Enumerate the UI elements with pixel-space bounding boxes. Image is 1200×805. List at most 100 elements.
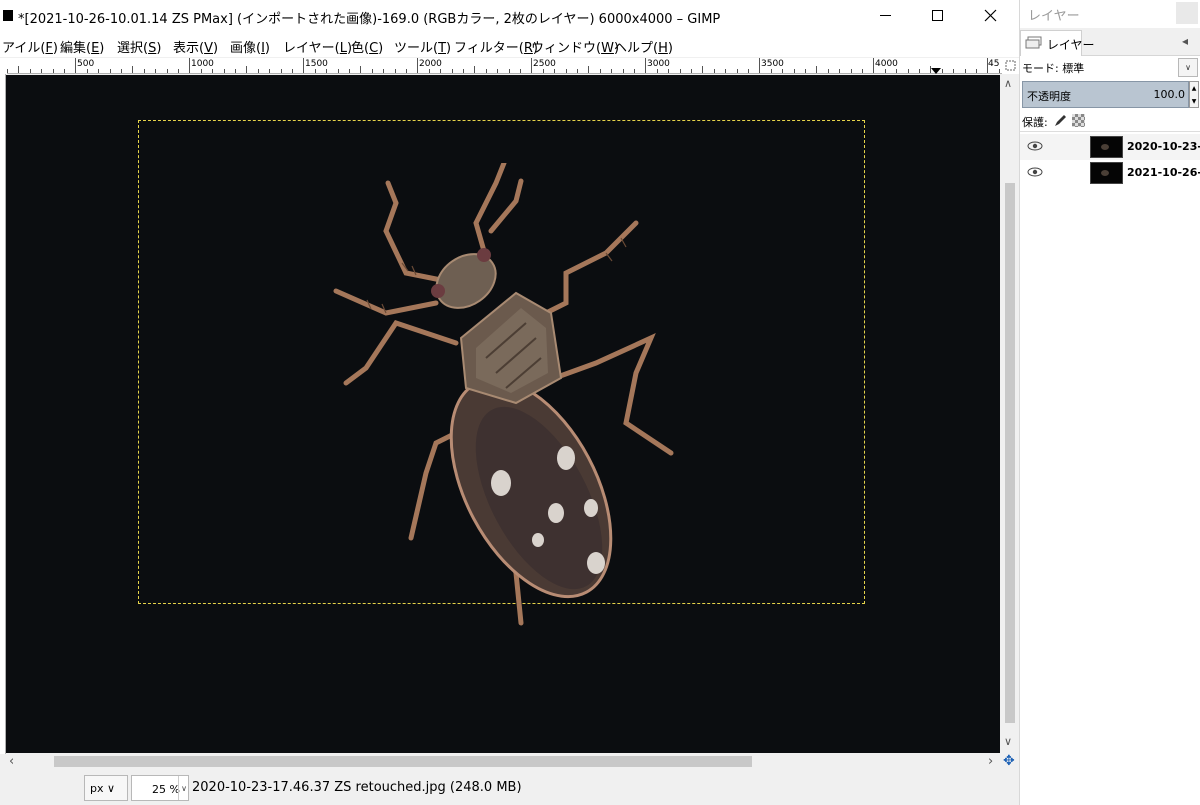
ruler-pointer-marker <box>931 68 941 74</box>
lock-pixels-brush-icon[interactable] <box>1053 113 1067 127</box>
quick-mask-toggle[interactable] <box>1002 58 1019 74</box>
menu-layer-key: L <box>339 41 347 56</box>
menu-edit-tail: ) <box>99 41 105 56</box>
dock-title: レイヤー <box>1028 9 1080 24</box>
scroll-down-icon[interactable]: ∨ <box>1004 735 1012 748</box>
menu-help-key: H <box>658 41 668 56</box>
mode-value[interactable]: 標準 <box>1062 62 1084 75</box>
title-bar: *[2021-10-26-10.01.14 ZS PMax] (インポートされた… <box>0 0 1019 33</box>
ruler-label: 1000 <box>191 59 214 69</box>
menu-edit[interactable]: 編集(E) <box>60 37 104 56</box>
layer-row[interactable]: 2020-10-23-1 <box>1020 134 1200 160</box>
close-icon <box>984 9 997 22</box>
tab-layers-label: レイヤー <box>1046 38 1095 52</box>
lock-alpha-icon[interactable] <box>1072 114 1085 127</box>
zoom-value: 25 % <box>152 783 180 796</box>
menu-bar: アイル(F) 編集(E) 選択(S) 表示(V) 画像(I) レイヤー(L) 色… <box>0 33 1019 57</box>
scroll-right-icon[interactable]: › <box>988 754 993 769</box>
layer-name[interactable]: 2021-10-26-1( <box>1127 166 1200 179</box>
horizontal-scrollbar[interactable]: ‹ › <box>6 753 1001 772</box>
menu-file[interactable]: アイル(F) <box>2 37 58 56</box>
menu-edit-label: 編集( <box>60 41 92 56</box>
menu-windows-label: ウィンドウ( <box>531 41 602 56</box>
menu-colors-key: C <box>369 41 379 56</box>
menu-colors-tail: ) <box>378 41 384 56</box>
ruler-ticks <box>7 58 1000 73</box>
layers-dock: レイヤー レイヤー ◂ モード: 標準 ∨ 不透明度 100.0 ▲ ▼ 保護: … <box>1019 0 1200 805</box>
eye-icon[interactable] <box>1027 166 1043 178</box>
menu-view-label: 表示( <box>173 41 205 56</box>
ruler-label: 500 <box>77 59 95 69</box>
layer-name[interactable]: 2020-10-23-1 <box>1127 140 1200 153</box>
close-button[interactable] <box>967 0 1013 32</box>
maximize-button[interactable] <box>914 0 960 32</box>
menu-image[interactable]: 画像(I) <box>230 37 270 56</box>
layer-thumbnail <box>1090 162 1123 184</box>
menu-filters[interactable]: フィルター(R) <box>454 37 538 56</box>
menu-select-tail: ) <box>156 41 162 56</box>
menu-windows[interactable]: ウィンドウ(W) <box>531 37 619 56</box>
menu-view-tail: ) <box>212 41 219 56</box>
opacity-value: 100.0 <box>1153 88 1186 101</box>
ruler-label: 4000 <box>875 59 898 69</box>
quick-mask-icon <box>1005 60 1016 71</box>
menu-file-key: F <box>45 41 53 56</box>
menu-tools-label: ツール( <box>394 41 439 56</box>
vertical-scrollbar[interactable]: ∧ ∨ <box>1001 75 1019 753</box>
horizontal-ruler[interactable]: 500 1000 1500 2000 2500 3000 3500 4000 4… <box>7 58 1002 74</box>
dock-close-button[interactable] <box>1176 2 1198 24</box>
menu-help-tail: ) <box>667 41 673 56</box>
opacity-label: 不透明度 <box>1027 90 1071 103</box>
opacity-spin-buttons[interactable]: ▲ ▼ <box>1189 81 1199 108</box>
unit-value: px <box>90 782 104 795</box>
maximize-icon <box>932 10 943 21</box>
tab-menu-icon[interactable]: ◂ <box>1182 34 1188 48</box>
minimize-icon <box>880 15 891 16</box>
ruler-label: 2500 <box>533 59 556 69</box>
menu-view-key: V <box>204 41 213 56</box>
vertical-scroll-thumb[interactable] <box>1005 183 1015 723</box>
eye-icon[interactable] <box>1027 140 1043 152</box>
window-title: *[2021-10-26-10.01.14 ZS PMax] (インポートされた… <box>18 12 721 27</box>
chevron-down-icon: ∨ <box>103 782 116 795</box>
layer-row[interactable]: 2021-10-26-1( <box>1020 160 1200 186</box>
image-canvas[interactable] <box>6 75 1000 753</box>
menu-filters-label: フィルター( <box>454 41 524 56</box>
mode-dropdown-button[interactable]: ∨ <box>1178 58 1198 77</box>
opacity-slider[interactable]: 不透明度 100.0 <box>1022 81 1189 108</box>
menu-tools-key: T <box>438 41 447 56</box>
status-message: 2020-10-23-17.46.37 ZS retouched.jpg (24… <box>192 780 522 795</box>
horizontal-scroll-thumb[interactable] <box>54 756 752 767</box>
menu-layer[interactable]: レイヤー(L) <box>283 37 352 56</box>
lock-label: 保護: <box>1022 116 1048 129</box>
ruler-corner[interactable] <box>0 58 7 74</box>
menu-tools[interactable]: ツール(T) <box>394 37 451 56</box>
unit-select[interactable]: px ∨ <box>84 775 128 801</box>
insect-photo <box>333 163 674 626</box>
layers-list[interactable]: 2020-10-23-1 2021-10-26-1( <box>1020 131 1200 805</box>
tab-layers[interactable]: レイヤー <box>1020 30 1094 56</box>
menu-file-label: アイル( <box>2 41 46 56</box>
scroll-up-icon[interactable]: ∧ <box>1004 77 1012 90</box>
chevron-down-icon[interactable]: ∨ <box>178 776 189 800</box>
scroll-left-icon[interactable]: ‹ <box>9 754 14 769</box>
minimize-button[interactable] <box>862 0 908 32</box>
ruler-label: 2000 <box>419 59 442 69</box>
dock-tab-bar: レイヤー ◂ <box>1020 28 1200 56</box>
menu-help-label: ヘルプ( <box>614 41 659 56</box>
menu-tools-tail: ) <box>446 41 452 56</box>
gimp-main-window: *[2021-10-26-10.01.14 ZS PMax] (インポートされた… <box>0 0 1019 805</box>
menu-select[interactable]: 選択(S) <box>117 37 161 56</box>
menu-help[interactable]: ヘルプ(H) <box>614 37 673 56</box>
app-icon <box>3 10 13 21</box>
mode-row: モード: 標準 <box>1022 60 1084 76</box>
layers-icon <box>1025 36 1042 49</box>
zoom-field[interactable]: 25 % ∨ <box>131 775 189 801</box>
menu-select-label: 選択( <box>117 41 149 56</box>
menu-file-tail: ) <box>52 41 58 56</box>
navigate-icon[interactable]: ✥ <box>1003 753 1015 769</box>
menu-image-tail: ) <box>264 41 270 56</box>
layer-thumbnail <box>1090 136 1123 158</box>
menu-view[interactable]: 表示(V) <box>173 37 218 56</box>
menu-colors[interactable]: 色(C) <box>351 37 383 56</box>
